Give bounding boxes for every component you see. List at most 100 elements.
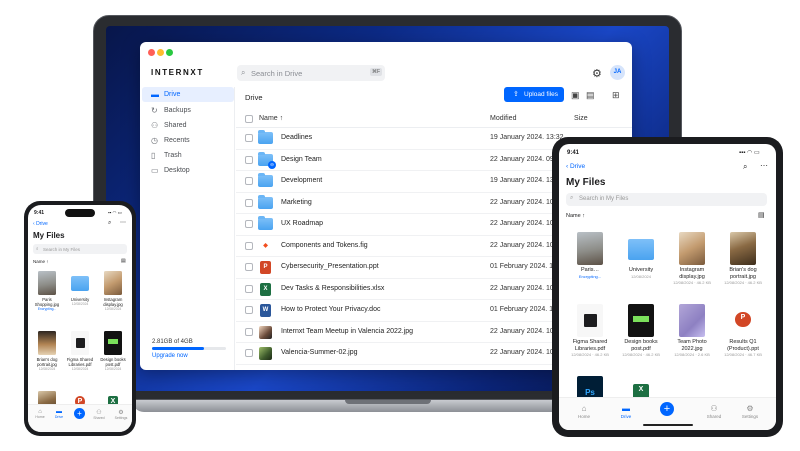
storage-usage-text: 2.81GB of 4GB [152,339,193,345]
sidebar-item-drive[interactable]: ▬ Drive [142,87,234,102]
backup-icon: ↻ [151,106,158,115]
file-meta: 12/08/2024 · 46.2 KB [622,352,660,357]
search-input[interactable]: ⌕ Search in Drive ⌘F [237,65,385,81]
tab-drive[interactable]: ▬ Drive [50,409,68,419]
sort-control[interactable]: Name ↑ [33,259,49,264]
sort-control[interactable]: Name ↑ [566,213,585,219]
file-tile[interactable]: Paris… Encrypting... [569,232,611,280]
window-minimize-button[interactable] [157,49,164,56]
file-name: Brian's dog portrait.jpg [729,267,757,280]
file-tile[interactable]: University 12/08/2024 [620,232,662,280]
sidebar-item-backups[interactable]: ↻ Backups [142,103,234,118]
row-checkbox[interactable] [245,306,253,314]
row-checkbox[interactable] [245,241,253,250]
sidebar-item-trash[interactable]: ▯ Trash [142,148,234,163]
sort-label: Name [566,213,581,219]
sidebar-item-recents[interactable]: ◷ Recents [142,133,234,148]
powerpoint-file-icon: P [730,304,756,337]
tab-home[interactable]: ⌂ Home [31,409,49,419]
file-tile[interactable]: Instagram display.jpg 12/08/2024 [97,271,129,312]
upload-icon: ⇪ [513,91,519,98]
tab-label: Drive [54,415,64,419]
folder-icon: ▬ [622,404,630,413]
sidebar-item-desktop[interactable]: ▭ Desktop [142,163,234,178]
list-view-icon[interactable]: ▤ [121,258,126,264]
gear-icon[interactable]: ⚙ [592,67,602,80]
add-button[interactable]: + [660,402,674,416]
file-tile[interactable]: Figma Shared Libraries.pdf 12/08/2024 [64,331,96,372]
tab-settings[interactable]: ⚙ Settings [735,404,765,419]
sidebar-item-label: Backups [164,107,191,114]
tab-label: Shared [706,414,722,419]
folder-icon: ⚇ [258,151,276,169]
sidebar-item-label: Trash [164,152,182,159]
search-input[interactable]: ⌕ Search in My Files [33,244,127,254]
back-button[interactable]: ‹ Drive [33,221,48,227]
row-checkbox[interactable] [245,220,253,228]
home-icon: ⌂ [581,404,587,413]
brand-logo: INTERNXT [151,68,204,77]
window-close-button[interactable] [148,49,155,56]
file-tile[interactable]: P Results Q1 (Product).ppt 12/08/2024 · 46… [722,304,764,359]
list-view-icon[interactable]: ▤ [758,211,765,219]
search-icon[interactable]: ⌕ [743,162,747,172]
row-checkbox[interactable] [245,155,253,164]
shared-badge-icon: ⚇ [268,160,276,169]
folder-icon: ▬ [151,90,159,99]
upload-folder-icon[interactable]: ▤ [586,90,595,101]
folder-icon [628,232,654,265]
tab-drive[interactable]: ▬ Drive [611,404,641,419]
add-button[interactable]: + [74,408,85,419]
file-tile[interactable]: Paris Shopping.jpg Encrypting... [31,271,63,312]
file-tile[interactable]: Brian's dog portrait.jpg 12/08/2024 · 46.… [722,232,764,287]
row-checkbox[interactable] [245,134,253,142]
sidebar-item-label: Shared [164,122,187,129]
new-folder-icon[interactable]: ▣ [571,90,580,101]
tab-shared[interactable]: ⚇ Shared [90,409,108,420]
row-checkbox[interactable] [245,284,253,293]
avatar[interactable]: JA [610,65,625,80]
tab-settings[interactable]: ⚙ Settings [112,409,130,420]
more-icon[interactable]: ⋯ [120,219,126,226]
row-checkbox[interactable] [245,327,253,336]
sidebar-item-shared[interactable]: ⚇ Shared [142,118,234,133]
sort-arrow-icon: ↑ [582,213,585,219]
tab-shared[interactable]: ⚇ Shared [699,404,729,419]
upload-files-button[interactable]: ⇪ Upload files [504,87,564,102]
row-checkbox[interactable] [245,349,253,357]
search-input[interactable]: ⌕ Search in My Files [566,193,767,206]
column-name[interactable]: Name ↑ [259,115,283,122]
upgrade-link[interactable]: Upgrade now [152,353,188,359]
row-checkbox[interactable] [245,177,253,185]
select-all-checkbox[interactable] [245,115,253,123]
file-tile[interactable]: Figma Shared Libraries.pdf 12/08/2024 · 4… [569,304,611,359]
file-tile[interactable]: Design books post.pdf 12/08/2024 · 46.2 K… [620,304,662,359]
breadcrumb[interactable]: Drive [245,93,263,102]
row-checkbox[interactable] [245,198,253,207]
column-size[interactable]: Size [574,115,588,122]
file-tile[interactable]: Team Photo 2022.jpg 12/08/2024 · 2.6 KB [671,304,713,359]
file-thumbnail [679,304,705,337]
file-tile[interactable]: Brian's dog portrait.jpg 12/08/2024 [31,331,63,372]
file-meta: 12/08/2024 · 46.7 KB [724,352,762,357]
file-tile[interactable]: University 12/08/2024 [64,271,96,307]
search-icon[interactable]: ⌕ [108,220,111,227]
file-list-header: Name ↑ Modified Size [236,110,632,128]
file-tile[interactable]: Instagram display.jpg 12/08/2024 · 46.2 K… [671,232,713,287]
file-tile[interactable]: Design books post.pdf 12/08/2024 [97,331,129,372]
back-button[interactable]: ‹ Drive [566,163,585,170]
window-zoom-button[interactable] [166,49,173,56]
grid-view-icon[interactable]: ⊞ [612,90,620,101]
folder-icon [258,173,273,187]
row-checkbox[interactable] [245,263,253,271]
sidebar-item-label: Recents [164,137,190,144]
laptop-hinge-notch [345,400,431,404]
tab-home[interactable]: ⌂ Home [569,404,599,419]
column-modified[interactable]: Modified [490,115,516,122]
file-meta: Encrypting... [578,273,602,279]
file-name: UX Roadmap [281,220,324,227]
file-thumbnail [679,232,705,265]
more-icon[interactable]: ⋯ [760,161,768,170]
file-thumbnail [577,304,603,337]
tab-label: Shared [93,416,105,420]
